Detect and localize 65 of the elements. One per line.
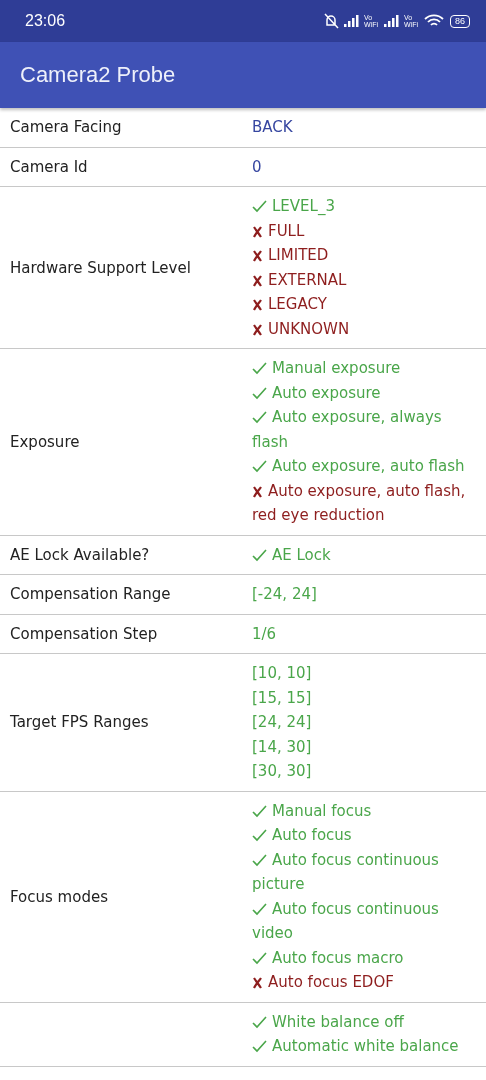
property-value: Manual exposure [252,356,477,381]
property-value: LIMITED [252,243,477,268]
property-value: [-24, 24] [252,584,318,605]
check-icon [252,386,267,400]
property-label: Camera Id [9,157,89,176]
property-value: [30, 30] [252,761,313,782]
property-value: White balance off [252,1009,477,1034]
property-label: AE Lock Available? [9,545,151,564]
property-value: Auto exposure [252,380,477,405]
cross-icon [252,249,263,262]
property-value: Auto exposure, auto flash, red eye reduction [252,480,467,526]
property-value: 0 [252,156,263,178]
check-icon [252,548,267,562]
property-value: Auto exposure, auto flash [252,454,477,479]
check-icon [252,951,267,965]
property-value: [15, 15] [252,687,313,709]
property-label: Compensation Step [9,624,159,643]
check-icon [252,362,267,375]
muted-bell-icon [322,13,340,29]
cross-icon [252,298,263,311]
check-icon [252,829,267,842]
property-value: EXTERNAL [252,267,477,292]
property-value: [10, 10] [252,663,313,684]
property-value: AE Lock [252,542,477,567]
battery-level: 86 [450,14,470,28]
property-value: UNKNOWN [252,316,477,341]
property-label: Exposure [9,432,81,451]
property-value: Auto exposure, always flash [252,407,443,453]
property-label: Hardware Support Level [9,258,192,277]
property-value: Auto focus EDOF [252,970,477,995]
wifi-icon [424,14,444,28]
property-value: BACK [252,117,294,138]
property-value: LEVEL_3 [252,194,477,219]
property-label: Focus modes [9,887,109,906]
check-icon [252,902,267,916]
property-value: Auto focus continuous video [252,898,440,944]
check-icon [252,804,267,818]
check-icon [252,1015,267,1029]
check-icon [252,411,267,424]
cross-icon [252,322,263,336]
cross-icon [252,224,263,238]
property-value: [24, 24] [252,712,313,733]
cross-icon [252,976,263,989]
property-label: Compensation Range [9,585,172,604]
cross-icon [252,273,263,287]
status-time: 23:06 [25,12,66,30]
property-value: FULL [252,218,477,243]
property-value: Auto focus continuous picture [252,849,440,895]
check-icon [252,853,267,867]
property-label: Camera Facing [9,118,123,137]
check-icon [252,200,267,213]
property-value: Manual focus [252,798,477,823]
check-icon [252,460,267,473]
property-value: 1/6 [252,623,278,645]
signal-icon [384,15,400,27]
property-value: LEGACY [252,292,477,317]
property-value: Auto focus [252,823,477,848]
property-label: Target FPS Ranges [9,713,150,732]
cross-icon [252,484,263,498]
property-value: Automatic white balance [252,1034,477,1059]
signal-icon [344,15,360,27]
check-icon [252,1040,267,1053]
property-value: [14, 30] [252,736,313,758]
property-value: Auto focus macro [252,945,477,970]
app-title: Camera2 Probe [20,62,176,88]
